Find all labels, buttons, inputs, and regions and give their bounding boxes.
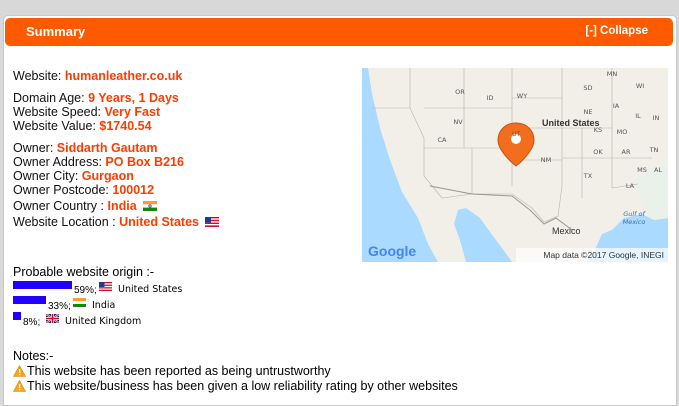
- website-speed-row: Website Speed: Very Fast: [13, 105, 219, 119]
- map-label-gulf-line2: Mexico: [623, 218, 646, 226]
- map-label-la: LA: [626, 182, 635, 190]
- origin-bar-us: [13, 281, 72, 289]
- owner-address-row: Owner Address: PO Box B216: [13, 155, 219, 169]
- website-row: Website: humanleather.co.uk: [13, 69, 219, 83]
- map-label-nv: NV: [453, 118, 463, 126]
- summary-title: Summary: [26, 24, 86, 39]
- map-label-il: IL: [635, 112, 641, 120]
- notes-section: Notes:- This website has been reported a…: [13, 349, 458, 394]
- map-label-ca: CA: [438, 136, 448, 144]
- location-map[interactable]: OR ID WY SD MN WI NE IA IL IN NV CO KS M…: [362, 68, 668, 262]
- map-label-ok: OK: [593, 148, 603, 156]
- warning-icon: [13, 365, 26, 377]
- origin-bar-uk: [13, 312, 21, 320]
- map-label-ia: IA: [613, 102, 620, 110]
- summary-details: Website: humanleather.co.uk Domain Age: …: [13, 69, 220, 229]
- warning-icon: [13, 380, 26, 392]
- owner-postcode-label: Owner Postcode:: [13, 183, 109, 197]
- owner-postcode-value: 100012: [112, 183, 155, 197]
- map-label-tx: TX: [583, 172, 593, 180]
- map-canvas: OR ID WY SD MN WI NE IA IL IN NV CO KS M…: [362, 68, 668, 262]
- domain-age-row: Domain Age: 9 Years, 1 Days: [13, 91, 219, 105]
- google-logo: Google: [368, 243, 416, 259]
- note-item: This website/business has been given a l…: [13, 379, 458, 394]
- website-location-row: Website Location : United States: [13, 215, 220, 229]
- owner-city-label: Owner City:: [13, 169, 79, 183]
- note-item: This website has been reported as being …: [13, 364, 458, 379]
- owner-city-value: Gurgaon: [81, 169, 134, 183]
- notes-title: Notes:-: [13, 349, 54, 363]
- owner-address-label: Owner Address:: [13, 155, 102, 169]
- map-label-ne: NE: [584, 108, 593, 116]
- collapse-button[interactable]: [-] Collapse: [585, 25, 648, 37]
- india-flag-icon: [143, 201, 158, 211]
- map-label-ms: MS: [637, 166, 647, 174]
- map-label-mo: MO: [617, 128, 628, 136]
- origin-country-uk: United Kingdom: [65, 316, 142, 327]
- us-flag-icon: [205, 217, 220, 227]
- us-flag-icon: [99, 282, 112, 291]
- owner-value: Siddarth Gautam: [56, 141, 158, 155]
- map-label-wi: WI: [636, 82, 644, 90]
- note-text: This website/business has been given a l…: [27, 379, 458, 393]
- origin-percent-india: 33%;: [48, 301, 71, 312]
- map-label-ut: UT: [512, 131, 520, 138]
- map-label-ar: AR: [622, 148, 631, 156]
- origin-bar-india: [13, 296, 46, 304]
- owner-row: Owner: Siddarth Gautam: [13, 141, 219, 155]
- map-label-mn: MN: [607, 70, 618, 78]
- map-label-gulf-line1: Gulf of: [623, 210, 646, 218]
- website-label: Website:: [13, 69, 62, 83]
- origin-title: Probable website origin :-: [13, 265, 155, 279]
- map-label-country: United States: [542, 118, 600, 128]
- website-location-label: Website Location :: [13, 215, 116, 229]
- map-attribution[interactable]: Map data ©2017 Google, INEGI: [543, 250, 664, 260]
- note-text: This website has been reported as being …: [27, 364, 331, 378]
- map-label-nm: NM: [541, 156, 551, 164]
- owner-country-value: India: [107, 199, 137, 213]
- map-label-wy: WY: [517, 92, 527, 100]
- website-speed-label: Website Speed:: [13, 105, 102, 119]
- website-value-amount: $1740.54: [99, 119, 152, 133]
- owner-city-row: Owner City: Gurgaon: [13, 169, 219, 183]
- map-label-al: AL: [654, 166, 662, 174]
- origin-percent-uk: 8%;: [23, 317, 41, 328]
- origin-country-india: India: [92, 300, 116, 311]
- map-label-sd: SD: [583, 84, 592, 92]
- summary-header: Summary [-] Collapse: [5, 18, 673, 46]
- map-label-or: OR: [455, 88, 465, 96]
- website-value[interactable]: humanleather.co.uk: [65, 69, 182, 83]
- map-label-mexico: Mexico: [552, 226, 581, 236]
- owner-country-label: Owner Country :: [13, 199, 105, 213]
- domain-age-value: 9 Years, 1 Days: [88, 91, 179, 105]
- owner-postcode-row: Owner Postcode: 100012: [13, 183, 219, 197]
- origin-country-us: United States: [118, 284, 183, 295]
- origin-percent-us: 59%;: [74, 285, 97, 296]
- owner-label: Owner:: [13, 141, 54, 155]
- india-flag-icon: [73, 298, 86, 307]
- website-value-label: Website Value:: [13, 119, 96, 133]
- uk-flag-icon: [46, 314, 59, 323]
- owner-address-value: PO Box B216: [105, 155, 184, 169]
- owner-country-row: Owner Country : India: [13, 199, 219, 213]
- domain-age-label: Domain Age:: [13, 91, 85, 105]
- map-label-id: ID: [487, 94, 494, 102]
- map-label-in: IN: [653, 114, 660, 122]
- map-label-tn: TN: [649, 146, 659, 154]
- website-value-row: Website Value: $1740.54: [13, 119, 219, 133]
- website-location-value: United States: [119, 215, 199, 229]
- website-speed-value: Very Fast: [104, 105, 161, 119]
